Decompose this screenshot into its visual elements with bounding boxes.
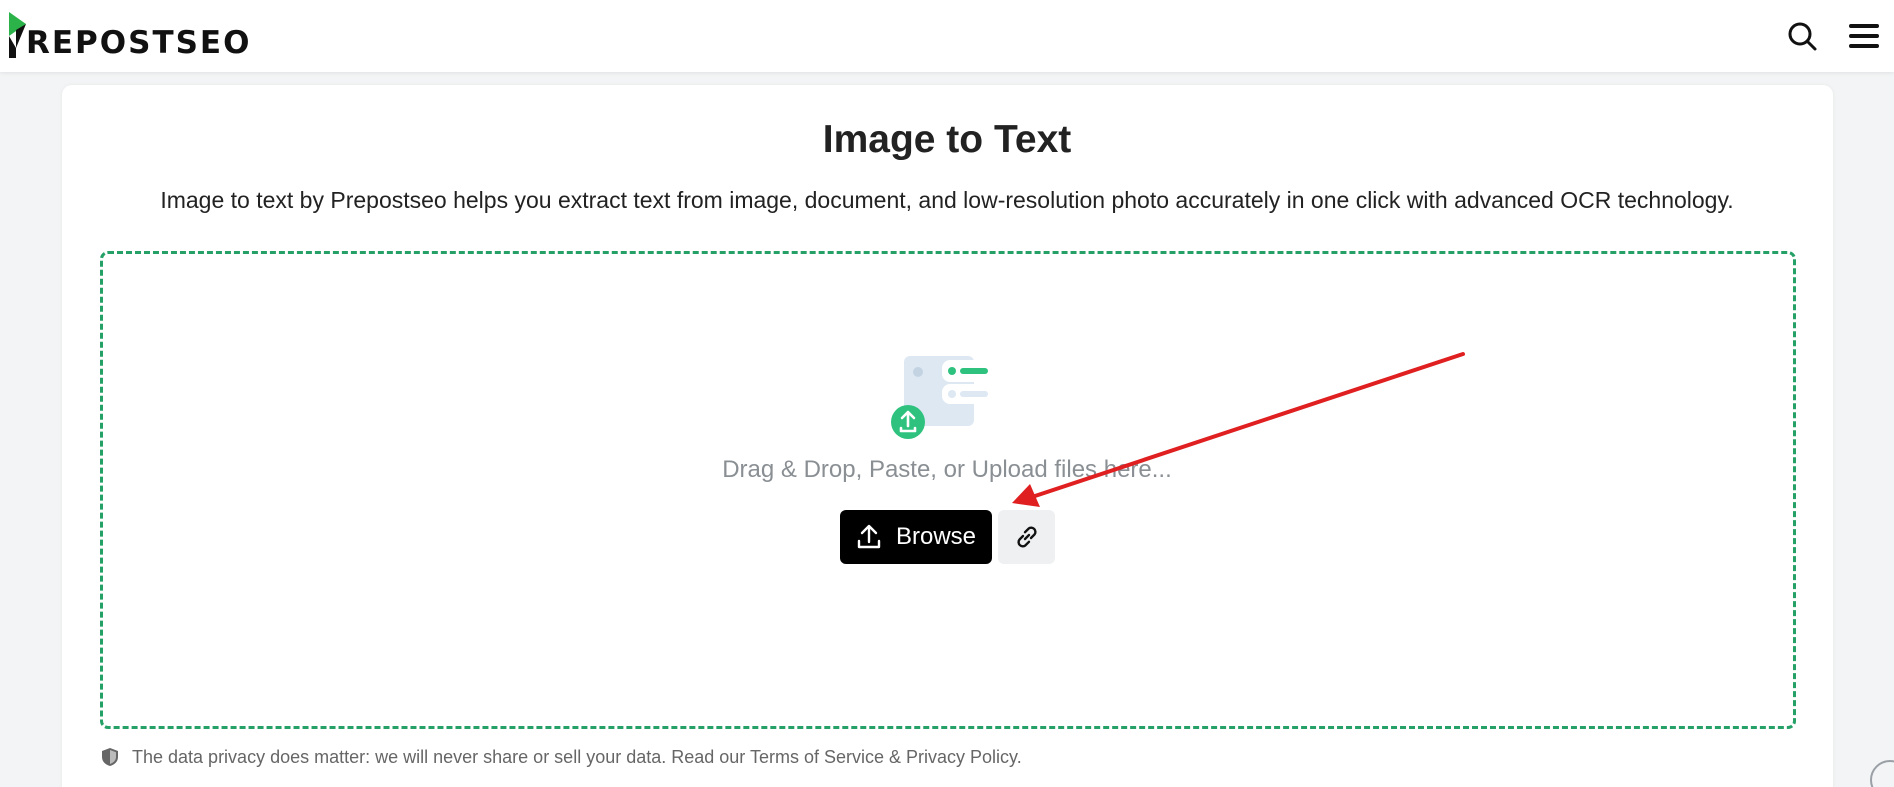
scroll-top-button[interactable] — [1870, 760, 1894, 787]
prepostseo-logo[interactable]: REPOSTSEO — [6, 10, 249, 62]
page-title: Image to Text — [822, 118, 1072, 161]
file-dropzone[interactable] — [100, 251, 1796, 729]
dropzone-hint: Drag & Drop, Paste, or Upload files here… — [722, 456, 1172, 483]
upload-from-url-button[interactable] — [998, 510, 1055, 564]
upload-icon — [857, 524, 881, 549]
privacy-text: The data privacy does matter: we will ne… — [132, 746, 1022, 767]
privacy-notice: The data privacy does matter: we will ne… — [100, 746, 1022, 768]
top-header: REPOSTSEO — [0, 0, 1894, 72]
search-icon — [1788, 22, 1817, 51]
search-button[interactable] — [1782, 16, 1822, 56]
browse-button[interactable]: Browse — [840, 510, 992, 564]
shield-icon — [102, 748, 118, 766]
browse-button-label: Browse — [895, 523, 977, 550]
page-subtitle: Image to text by Prepostseo helps you ex… — [160, 187, 1734, 213]
hamburger-menu-icon — [1849, 24, 1879, 48]
menu-button[interactable] — [1844, 16, 1884, 56]
logo-text: REPOSTSEO — [26, 25, 252, 61]
link-icon — [1016, 526, 1037, 548]
upload-illustration-icon — [891, 356, 996, 439]
